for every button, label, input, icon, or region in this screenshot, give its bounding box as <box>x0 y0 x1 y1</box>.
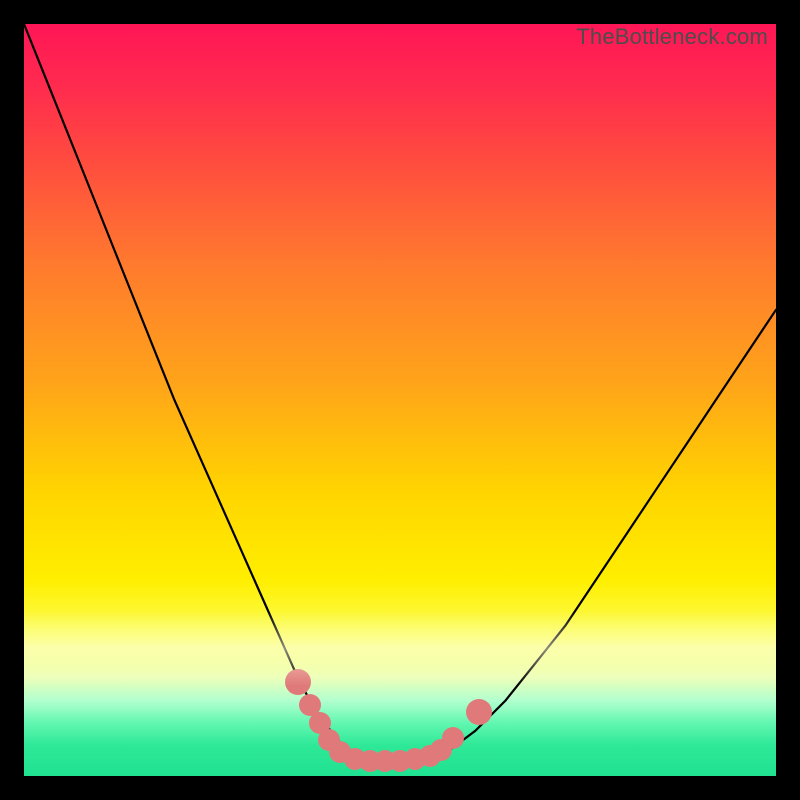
curve-marker <box>466 699 492 725</box>
curve-marker <box>285 669 311 695</box>
curve-marker <box>442 727 464 749</box>
plot-area: TheBottleneck.com <box>24 24 776 776</box>
outer-frame: TheBottleneck.com <box>0 0 800 800</box>
marker-layer <box>24 24 776 776</box>
